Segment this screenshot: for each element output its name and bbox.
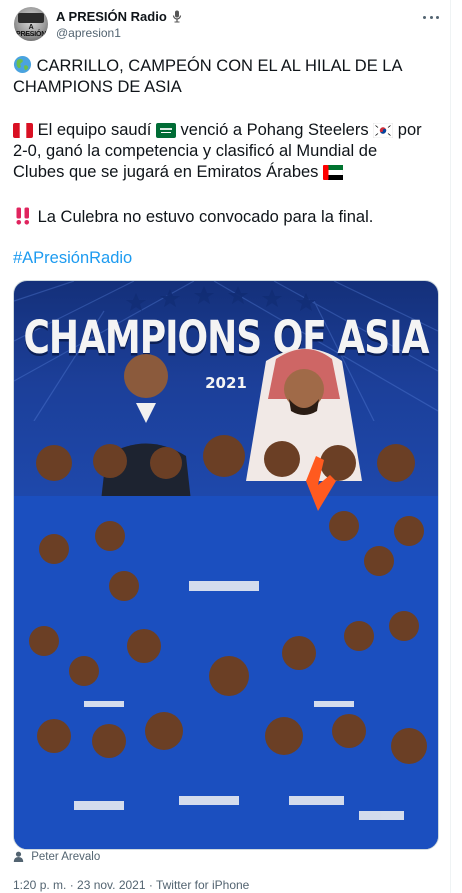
korea-flag-icon — [373, 123, 394, 138]
uae-flag-icon — [323, 165, 344, 180]
avatar-logo-emblem — [18, 13, 44, 23]
profile-avatar[interactable]: A PRESIÓN RADIO — [14, 7, 48, 41]
body-text-part1: El equipo saudí — [37, 121, 152, 139]
body-text-part2: venció a Pohang Steelers — [180, 121, 369, 139]
display-name[interactable]: A PRESIÓN Radio — [56, 9, 182, 24]
user-handle[interactable]: @apresion1 — [56, 26, 121, 40]
microphone-icon — [173, 10, 182, 23]
tweet-text-body: El equipo saudí venció a Pohang Steelers… — [13, 120, 433, 183]
more-options-icon[interactable] — [420, 10, 442, 24]
saudi-flag-icon — [155, 123, 176, 138]
peru-flag-icon — [13, 123, 33, 138]
tweet-text-note: La Culebra no estuvo convocado para la f… — [13, 207, 433, 228]
team-photo-illustration — [14, 348, 438, 849]
tweet-photo[interactable]: CHAMPIONS OF ASIA 2021 — [13, 280, 439, 850]
photo-credit[interactable]: Peter Arevalo — [13, 851, 100, 863]
avatar-logo-subtext: RADIO — [24, 32, 38, 37]
double-exclamation-icon — [16, 207, 30, 225]
photo-credit-name: Peter Arevalo — [31, 851, 101, 863]
note-text: La Culebra no estuvo convocado para la f… — [37, 208, 374, 226]
person-icon — [13, 851, 24, 862]
display-name-text: A PRESIÓN Radio — [56, 9, 167, 24]
globe-icon — [13, 55, 32, 74]
headline-text: CARRILLO, CAMPEÓN CON EL AL HILAL DE LA … — [13, 57, 402, 96]
tweet-text-headline: CARRILLO, CAMPEÓN CON EL AL HILAL DE LA … — [13, 55, 433, 98]
tweet-container: A PRESIÓN RADIO A PRESIÓN Radio @apresio… — [0, 0, 451, 893]
hashtag-link[interactable]: #APresiónRadio — [13, 248, 132, 269]
tweet-timestamp[interactable]: 1:20 p. m. · 23 nov. 2021 · Twitter for … — [13, 878, 249, 892]
